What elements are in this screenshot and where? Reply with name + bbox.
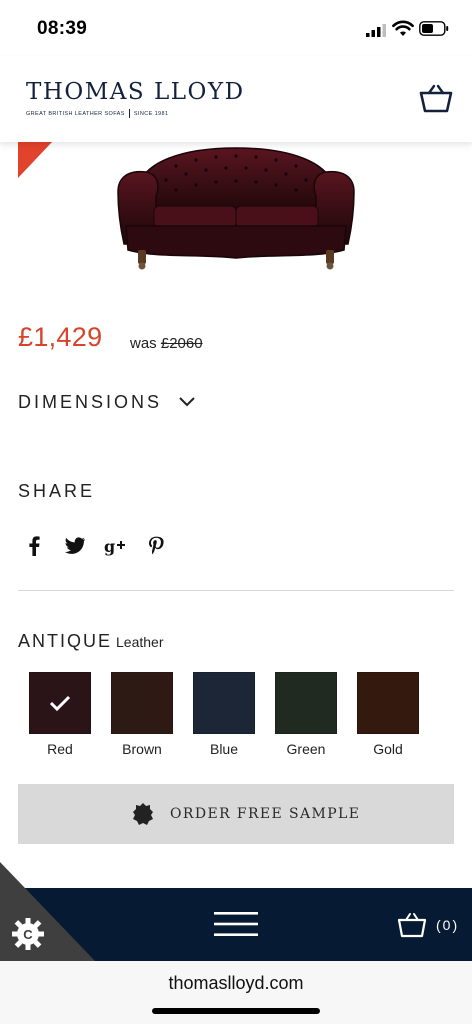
logo-tagline-right: SINCE 1981	[133, 110, 169, 117]
svg-text:g: g	[104, 537, 115, 556]
status-time: 08:39	[37, 18, 88, 39]
swatch-green[interactable]	[275, 672, 337, 734]
swatch-label-green[interactable]: Green	[265, 741, 347, 757]
cart-count[interactable]: (0)	[436, 917, 459, 933]
sale-ribbon	[18, 142, 52, 178]
cookie-settings-icon: C	[12, 918, 44, 950]
home-indicator[interactable]	[152, 1008, 320, 1014]
was-price-label: was	[130, 335, 157, 352]
battery-icon	[419, 21, 449, 36]
swatch-label-red[interactable]: Red	[19, 741, 101, 757]
swatch-label-blue[interactable]: Blue	[183, 741, 265, 757]
leather-type-heading: ANTIQUE Leather	[18, 631, 164, 652]
swatch-label-brown[interactable]: Brown	[101, 741, 183, 757]
status-bar: 08:39	[0, 0, 472, 56]
check-icon	[49, 695, 71, 712]
was-price: was £2060	[130, 335, 203, 352]
logo-tagline: GREAT BRITISH LEATHER SOFAS SINCE 1981	[26, 109, 245, 118]
leather-hide-icon	[133, 803, 153, 825]
was-price-value: £2060	[160, 335, 203, 352]
product-price: £1,429	[18, 322, 103, 352]
hamburger-menu-icon[interactable]	[214, 911, 258, 937]
chevron-down-icon[interactable]	[178, 394, 196, 408]
order-free-sample-label: ORDER FREE SAMPLE	[170, 806, 361, 822]
swatch-brown[interactable]	[111, 672, 173, 734]
swatch-red[interactable]	[29, 672, 91, 734]
swatch-blue[interactable]	[193, 672, 255, 734]
logo-tagline-left: GREAT BRITISH LEATHER SOFAS	[26, 110, 125, 117]
leather-type-title: ANTIQUE	[18, 631, 113, 651]
section-divider	[18, 590, 454, 591]
site-header: THOMAS LLOYD GREAT BRITISH LEATHER SOFAS…	[0, 56, 472, 142]
chesterfield-sofa-image[interactable]	[116, 146, 356, 272]
swatch-label-gold[interactable]: Gold	[347, 741, 429, 757]
cellular-signal-icon	[366, 24, 386, 37]
basket-icon[interactable]	[418, 84, 454, 114]
pinterest-icon[interactable]	[148, 536, 164, 556]
basket-icon[interactable]	[396, 912, 428, 938]
svg-text:C: C	[23, 927, 33, 942]
thomas-lloyd-logo[interactable]: THOMAS LLOYD GREAT BRITISH LEATHER SOFAS…	[26, 78, 245, 118]
browser-url-bar[interactable]: thomaslloyd.com	[0, 961, 472, 1024]
browser-url[interactable]: thomaslloyd.com	[0, 973, 472, 994]
twitter-icon[interactable]	[64, 536, 86, 556]
order-free-sample-button[interactable]: ORDER FREE SAMPLE	[18, 784, 454, 844]
logo-tagline-divider	[128, 109, 130, 118]
facebook-icon[interactable]	[28, 536, 40, 556]
swatch-gold[interactable]	[357, 672, 419, 734]
cookie-settings-badge[interactable]: C	[0, 862, 96, 962]
dimensions-toggle[interactable]: DIMENSIONS	[18, 392, 162, 413]
wifi-icon	[392, 20, 414, 36]
share-heading: SHARE	[18, 481, 96, 501]
logo-wordmark: THOMAS LLOYD	[26, 79, 245, 105]
leather-type-subtitle: Leather	[116, 634, 164, 650]
google-plus-icon[interactable]: g	[104, 536, 128, 556]
